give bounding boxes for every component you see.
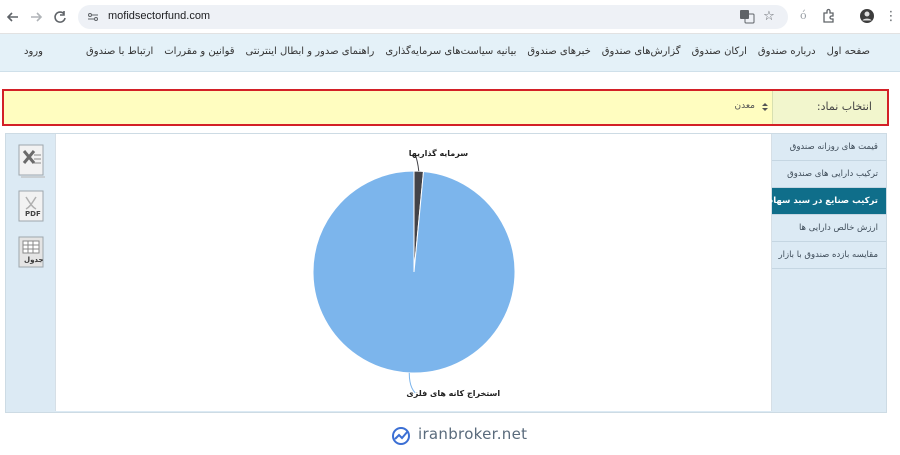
browser-menu-icon[interactable]: ⋮ [882,8,900,26]
nav-issue-guide[interactable]: راهنمای صدور و ابطال اینترنتی [246,46,375,57]
pdf-export-button[interactable]: PDF [16,189,48,225]
side-item-daily-prices[interactable]: قیمت های روزانه صندوق [772,134,886,161]
login-link[interactable]: ورود [24,46,43,57]
symbol-label-box: انتخاب نماد: [772,91,887,124]
symbol-selected-value: معدن [734,101,756,111]
side-item-return-comparison[interactable]: مقایسه بازده صندوق با بازار [772,242,886,269]
nav-pillars[interactable]: ارکان صندوق [692,46,747,57]
pdf-label: PDF [25,210,41,218]
site-settings-icon[interactable] [87,11,99,23]
excel-icon [18,144,45,178]
profile-avatar-icon[interactable] [858,8,876,26]
excel-export-button[interactable] [16,143,48,179]
symbol-select[interactable]: معدن [729,97,769,117]
pie-label: استخراج کانه های فلزی [406,389,500,398]
footer-brand: iranbroker.net [418,425,528,443]
export-tools: PDF جدول [6,133,54,411]
url-text: mofidsectorfund.com [108,10,211,22]
nav-news[interactable]: خبرهای صندوق [527,46,590,57]
nav-regulations[interactable]: قوانین و مقررات [164,46,234,57]
nav-reports[interactable]: گزارش‌های صندوق [602,46,681,57]
nav-home[interactable]: صفحه اول [827,46,870,57]
nav-investment-policy[interactable]: بیانیه سیاست‌های سرمایه‌گذاری [385,46,516,57]
translate-icon[interactable] [738,8,756,26]
side-menu: قیمت های روزانه صندوق ترکیب دارایی های ص… [767,134,886,412]
pdf-icon [18,190,44,222]
pie-slice[interactable] [312,170,516,374]
side-item-industry-composition[interactable]: ترکیب صنایع در سبد سهام [767,188,886,215]
symbol-label: انتخاب نماد: [816,100,872,113]
extensions-puzzle-icon[interactable] [820,8,838,26]
symbol-selector-panel: انتخاب نماد: معدن [2,89,889,126]
table-icon [18,236,44,268]
table-label: جدول [24,256,44,264]
pie-chart: سرمایه گذاریها استخراج کانه های فلزی [312,148,516,398]
iranbroker-logo-icon [392,427,410,445]
back-icon[interactable] [4,8,22,26]
side-item-nav[interactable]: ارزش خالص دارایی ها [772,215,886,242]
address-bar[interactable]: mofidsectorfund.com [78,5,788,29]
forward-icon[interactable] [27,8,45,26]
nav-contact[interactable]: ارتباط با صندوق [86,46,153,57]
nav-menu: صفحه اول درباره صندوق ارکان صندوق گزارش‌… [86,46,870,57]
nav-about[interactable]: درباره صندوق [758,46,816,57]
site-nav-bar: صفحه اول درباره صندوق ارکان صندوق گزارش‌… [0,34,900,72]
side-item-asset-composition[interactable]: ترکیب دارایی های صندوق [772,161,886,188]
extension-app-icon[interactable]: ó [795,8,813,26]
footer: iranbroker.net [0,415,900,455]
chart-container: سرمایه گذاریها استخراج کانه های فلزی [55,134,772,411]
svg-text:ó: ó [800,9,807,22]
table-view-button[interactable]: جدول [16,235,48,271]
pie-label: سرمایه گذاریها [409,148,468,158]
reload-icon[interactable] [51,8,69,26]
select-arrows-icon [762,103,768,111]
bookmark-star-icon[interactable]: ☆ [760,8,778,26]
browser-toolbar: mofidsectorfund.com ☆ ó ⋮ [0,0,900,34]
